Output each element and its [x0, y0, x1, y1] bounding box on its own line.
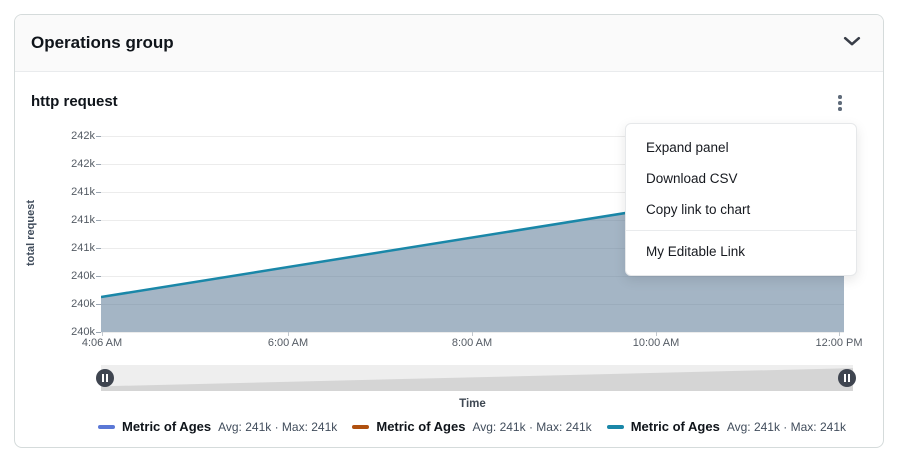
legend-series-stats: Avg: 241k · Max: 241k — [726, 419, 846, 434]
y-tick-label: 240k — [71, 298, 95, 310]
operations-group-card: Operations group http request total requ… — [14, 14, 884, 448]
time-range-slider[interactable] — [101, 365, 853, 391]
legend-entry[interactable]: Metric of Ages Avg: 241k · Max: 241k — [352, 419, 592, 434]
x-tick-label: 6:00 AM — [267, 337, 309, 349]
legend-series-stats: Avg: 241k · Max: 241k — [218, 419, 338, 434]
y-tick-label: 241k — [71, 242, 95, 254]
panel-actions-kebab-icon[interactable] — [827, 91, 853, 115]
chevron-down-icon[interactable] — [843, 34, 861, 52]
menu-item-my-editable-link[interactable]: My Editable Link — [626, 236, 856, 267]
chart-legend: Metric of Ages Avg: 241k · Max: 241k Met… — [98, 419, 846, 434]
legend-series-stats: Avg: 241k · Max: 241k — [472, 419, 592, 434]
legend-swatch — [98, 424, 115, 429]
x-tick-label: 8:00 AM — [451, 337, 493, 349]
x-axis-label: Time — [459, 398, 486, 410]
x-tick-mark — [288, 332, 289, 336]
y-tick-label: 240k — [71, 270, 95, 282]
x-tick-mark — [102, 332, 103, 336]
dashboard-stage: Operations group http request total requ… — [0, 0, 900, 463]
panel-actions-menu: Expand panel Download CSV Copy link to c… — [625, 123, 857, 276]
slider-right-handle[interactable] — [838, 369, 856, 387]
legend-entry[interactable]: Metric of Ages Avg: 241k · Max: 241k — [606, 419, 846, 434]
x-tick-label: 12:00 PM — [815, 337, 863, 349]
y-tick-label: 242k — [71, 130, 95, 142]
group-header[interactable]: Operations group — [15, 15, 883, 72]
x-tick-mark — [472, 332, 473, 336]
y-tick-label: 241k — [71, 186, 95, 198]
slider-left-handle[interactable] — [96, 369, 114, 387]
x-tick-mark — [656, 332, 657, 336]
y-tick-label: 242k — [71, 158, 95, 170]
x-tick-label: 10:00 AM — [632, 337, 680, 349]
menu-item-expand-panel[interactable]: Expand panel — [626, 132, 856, 163]
legend-entry[interactable]: Metric of Ages Avg: 241k · Max: 241k — [98, 419, 337, 434]
y-tick-label: 241k — [71, 214, 95, 226]
x-tick-mark — [839, 332, 840, 336]
menu-item-download-csv[interactable]: Download CSV — [626, 163, 856, 194]
legend-swatch — [606, 424, 624, 429]
legend-series-name: Metric of Ages — [122, 419, 212, 434]
y-axis-label: total request — [25, 200, 37, 267]
legend-series-name: Metric of Ages — [630, 419, 720, 434]
menu-divider — [626, 230, 856, 231]
legend-series-name: Metric of Ages — [376, 419, 466, 434]
chart-panel-title: http request — [31, 93, 118, 110]
x-tick-label: 4:06 AM — [81, 337, 123, 349]
slider-wedge — [101, 368, 853, 391]
group-title: Operations group — [31, 33, 174, 52]
menu-item-copy-link[interactable]: Copy link to chart — [626, 194, 856, 225]
legend-swatch — [352, 424, 370, 429]
